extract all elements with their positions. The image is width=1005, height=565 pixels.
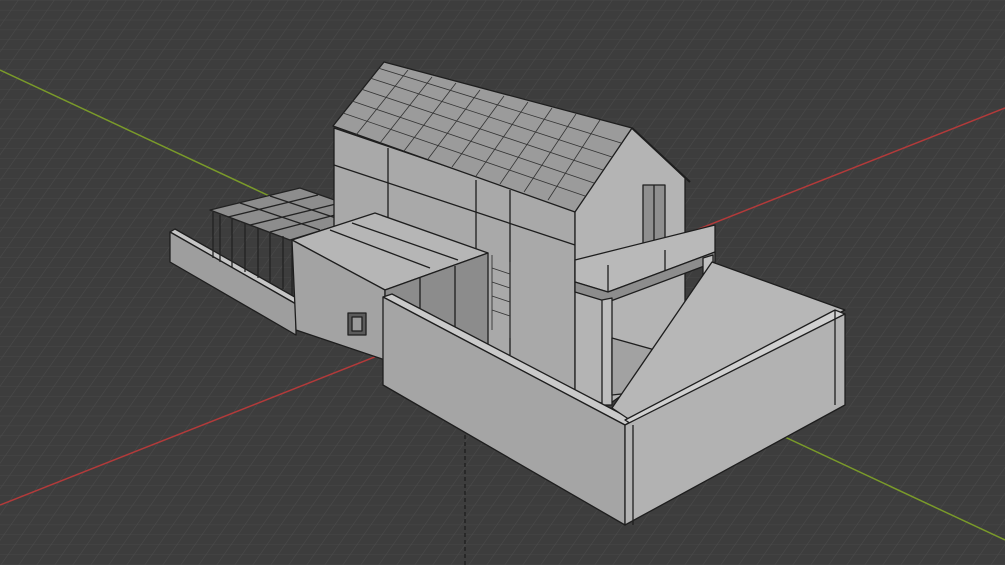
3d-viewport[interactable] [0,0,1005,565]
house-column [601,297,613,406]
viewport-canvas[interactable] [0,0,1005,565]
